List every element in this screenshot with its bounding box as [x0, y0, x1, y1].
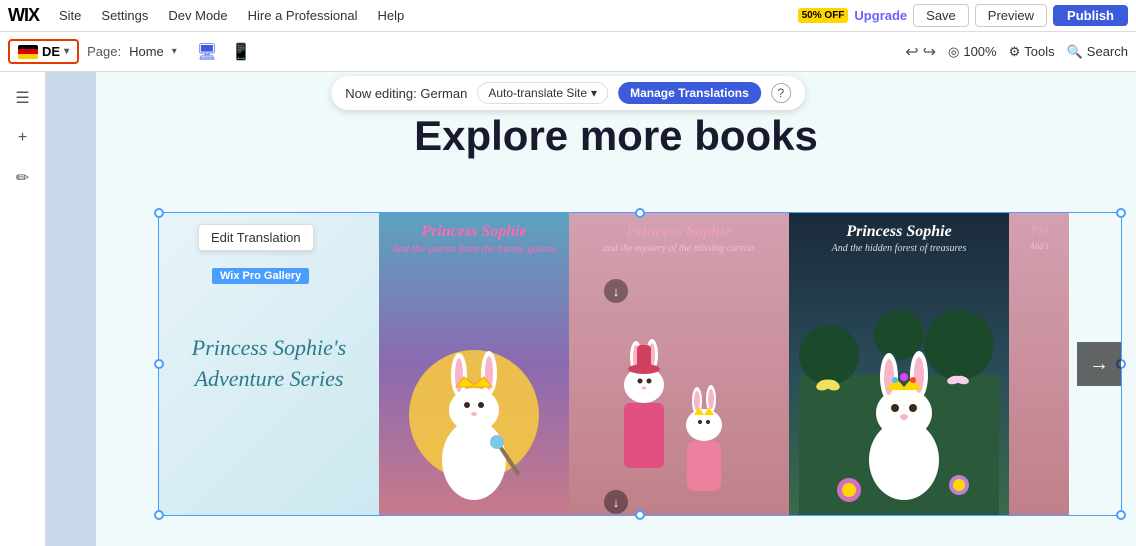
- auto-translate-button[interactable]: Auto-translate Site ▾: [477, 82, 608, 104]
- series-title: Princess Sophie's Adventure Series: [176, 333, 362, 395]
- upgrade-button[interactable]: Upgrade: [854, 8, 907, 23]
- handle-top-left[interactable]: [154, 208, 164, 218]
- handle-bot-left[interactable]: [154, 510, 164, 520]
- help-icon[interactable]: ?: [771, 83, 791, 103]
- sidebar-pages-button[interactable]: ☰: [5, 80, 41, 116]
- handle-mid-left[interactable]: [154, 359, 164, 369]
- gallery-item-2[interactable]: Princess Sophie And the guests from the …: [379, 213, 569, 515]
- tools-icon: ⚙: [1009, 44, 1021, 60]
- book4-title: Princess Sophie: [838, 213, 959, 243]
- page-content: Explore more books Edit Translation Wix …: [96, 72, 1136, 546]
- book5-subtitle: And t: [1009, 241, 1069, 251]
- sale-badge: 50% OFF: [798, 8, 849, 23]
- page-heading: Explore more books: [96, 112, 1136, 160]
- chevron-down-icon: ▾: [64, 46, 69, 57]
- desktop-view-button[interactable]: 🖥: [193, 40, 221, 64]
- search-button[interactable]: 🔍 Search: [1067, 44, 1128, 60]
- left-sidebar: ☰ + ✏: [0, 72, 46, 546]
- book3-title: Princess Sophie: [618, 213, 739, 243]
- mobile-view-button[interactable]: 📱: [227, 40, 255, 64]
- gallery-next-button[interactable]: →: [1077, 342, 1121, 386]
- handle-bot-center[interactable]: [635, 510, 645, 520]
- nav-devmode[interactable]: Dev Mode: [160, 0, 235, 32]
- page-prefix-label: Page:: [87, 44, 121, 59]
- manage-translations-button[interactable]: Manage Translations: [618, 82, 761, 104]
- book2-title: Princess Sophie: [413, 213, 534, 243]
- handle-top-right[interactable]: [1116, 208, 1126, 218]
- view-toggle: 🖥 📱: [193, 40, 255, 64]
- sidebar-add-button[interactable]: +: [5, 120, 41, 156]
- tools-label: Tools: [1024, 44, 1054, 59]
- book3-illustration: [569, 254, 789, 515]
- page-chevron-icon: ▾: [172, 46, 177, 57]
- book2-illustration: [379, 255, 569, 515]
- tools-button[interactable]: ⚙ Tools: [1009, 44, 1055, 60]
- nav-help[interactable]: Help: [369, 0, 412, 32]
- undo-redo-group: ↩ ↪: [905, 42, 936, 62]
- flag-de-icon: [18, 45, 38, 59]
- dropdown-chevron-icon: ▾: [591, 86, 597, 100]
- redo-button[interactable]: ↪: [923, 42, 936, 62]
- editor-toolbar: DE ▾ Page: Home ▾ 🖥 📱 ↩ ↪ ◎ 100% ⚙ Tools…: [0, 32, 1136, 72]
- auto-translate-label: Auto-translate Site: [488, 86, 587, 100]
- topbar-right: 50% OFF Upgrade Save Preview Publish: [798, 4, 1128, 27]
- gallery-item-4[interactable]: Princess Sophie And the hidden forest of…: [789, 213, 1009, 515]
- nav-site[interactable]: Site: [51, 0, 89, 32]
- gallery-inner: Princess Sophie's Adventure Series Princ…: [159, 213, 1121, 515]
- edit-translation-button[interactable]: Edit Translation: [198, 224, 314, 251]
- handle-bot-right[interactable]: [1116, 510, 1126, 520]
- gallery-item-5[interactable]: Pri And t: [1009, 213, 1069, 515]
- zoom-display: ◎ 100%: [948, 44, 997, 60]
- zoom-level: 100%: [963, 44, 996, 59]
- wix-pro-gallery-label: Wix Pro Gallery: [212, 268, 309, 284]
- book5-title: Pri: [1009, 213, 1069, 241]
- gallery-container[interactable]: Princess Sophie's Adventure Series Princ…: [158, 212, 1122, 516]
- toolbar-right: ↩ ↪ ◎ 100% ⚙ Tools 🔍 Search: [905, 42, 1128, 62]
- search-icon: 🔍: [1067, 44, 1083, 60]
- publish-button[interactable]: Publish: [1053, 5, 1128, 26]
- undo-button[interactable]: ↩: [905, 42, 918, 62]
- editing-language-label: Now editing: German: [345, 86, 467, 101]
- top-navbar: WIX Site Settings Dev Mode Hire a Profes…: [0, 0, 1136, 32]
- download-icon-top[interactable]: ↓: [604, 279, 628, 303]
- sidebar-edit-button[interactable]: ✏: [5, 160, 41, 196]
- book3-subtitle: and the mystery of the missing carrots: [595, 243, 763, 254]
- gallery-item-3[interactable]: Princess Sophie and the mystery of the m…: [569, 213, 789, 515]
- translation-bar: Now editing: German Auto-translate Site …: [331, 76, 805, 110]
- preview-button[interactable]: Preview: [975, 4, 1047, 27]
- nav-settings[interactable]: Settings: [93, 0, 156, 32]
- book2-subtitle: And the guests from the bunny galaxy: [383, 243, 564, 255]
- book4-illustration: [789, 254, 1009, 515]
- wix-logo: WIX: [8, 5, 39, 26]
- gallery-item-1[interactable]: Princess Sophie's Adventure Series: [159, 213, 379, 515]
- lang-code: DE: [42, 44, 60, 59]
- zoom-icon: ◎: [948, 44, 959, 60]
- handle-top-center[interactable]: [635, 208, 645, 218]
- save-button[interactable]: Save: [913, 4, 969, 27]
- search-label: Search: [1087, 44, 1128, 59]
- nav-hire[interactable]: Hire a Professional: [240, 0, 366, 32]
- editor-canvas: Explore more books Edit Translation Wix …: [46, 72, 1136, 546]
- book4-subtitle: And the hidden forest of treasures: [824, 243, 975, 254]
- page-name-label[interactable]: Home: [129, 44, 164, 59]
- download-icon-bottom[interactable]: ↓: [604, 490, 628, 514]
- language-selector[interactable]: DE ▾: [8, 39, 79, 64]
